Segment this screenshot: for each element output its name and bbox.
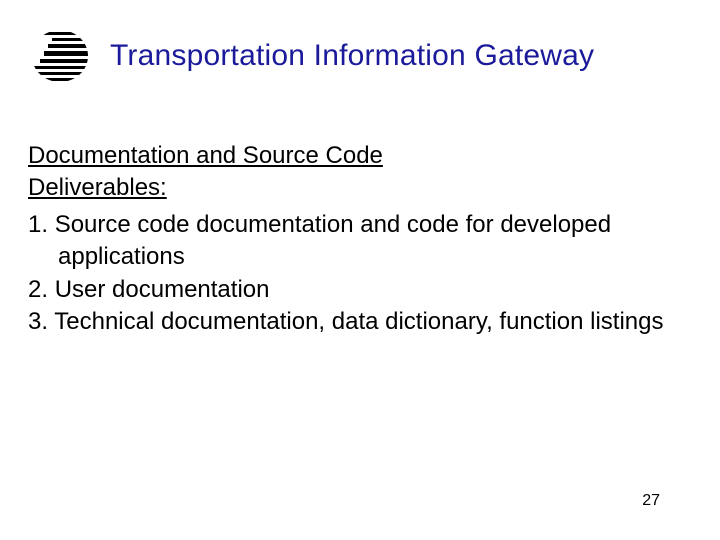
globe-stripes-icon xyxy=(28,28,92,84)
list-item-number: 1. xyxy=(28,211,48,238)
list-item: 1. Source code documentation and code fo… xyxy=(28,209,692,274)
slide-body: Documentation and Source Code Deliverabl… xyxy=(28,140,692,338)
list-item-number: 3. xyxy=(28,308,48,335)
slide-title: Transportation Information Gateway xyxy=(110,39,594,73)
page-number: 27 xyxy=(642,492,660,510)
list-item: 3. Technical documentation, data diction… xyxy=(28,306,692,338)
section-heading-line1: Documentation and Source Code xyxy=(28,140,692,172)
slide: Transportation Information Gateway Docum… xyxy=(0,0,720,540)
list-item: 2. User documentation xyxy=(28,274,692,306)
slide-header: Transportation Information Gateway xyxy=(28,28,692,84)
list-item-number: 2. xyxy=(28,276,48,303)
list-item-text: Technical documentation, data dictionary… xyxy=(54,308,663,335)
deliverables-list: 1. Source code documentation and code fo… xyxy=(28,209,692,339)
list-item-text: Source code documentation and code for d… xyxy=(55,211,611,270)
list-item-text: User documentation xyxy=(55,276,270,303)
section-heading-line2: Deliverables: xyxy=(28,172,692,204)
